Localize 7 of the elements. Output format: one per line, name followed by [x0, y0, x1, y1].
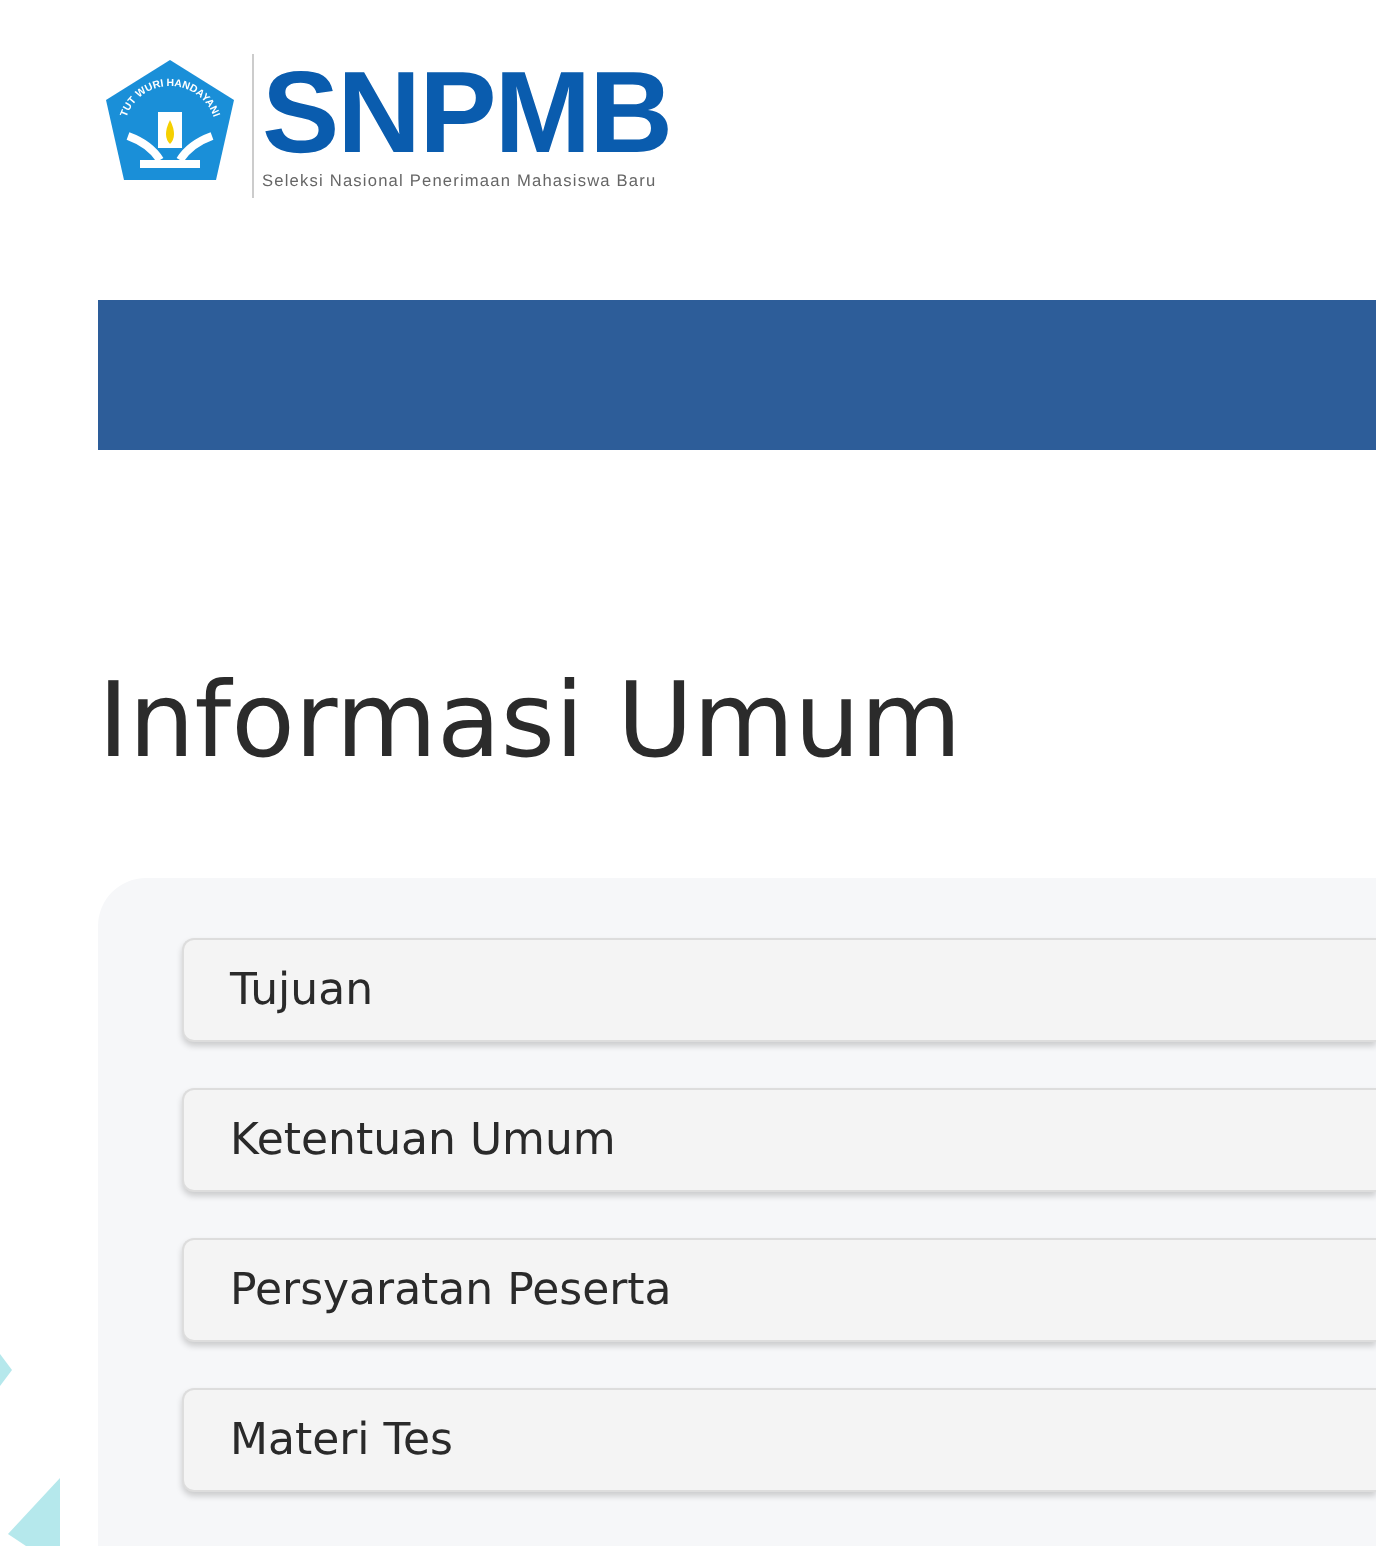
brand-name: SNPMB [262, 58, 671, 170]
accordion-item[interactable]: Persyaratan Peserta [182, 1238, 1376, 1342]
accordion-item[interactable]: Ketentuan Umum [182, 1088, 1376, 1192]
page-title: Informasi Umum [98, 660, 964, 786]
brand-tagline: Seleksi Nasional Penerimaan Mahasiswa Baru [262, 170, 659, 192]
accordion-item[interactable]: Tujuan [182, 938, 1376, 1042]
accordion-item[interactable]: Materi Tes [182, 1388, 1376, 1492]
